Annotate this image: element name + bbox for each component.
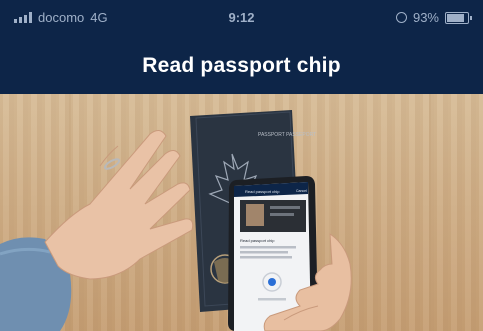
passport-scan-illustration: PASSPORT PASSEPORT Read passport chip Ca… bbox=[0, 94, 431, 331]
battery-percent: 93% bbox=[412, 10, 439, 25]
phone-instruction-title: Read passport chip bbox=[240, 238, 275, 243]
rotation-lock-icon bbox=[395, 12, 407, 23]
status-bar: docomo 4G 9:12 93% bbox=[0, 0, 483, 38]
left-hand bbox=[44, 130, 194, 280]
page-title: Read passport chip bbox=[142, 54, 341, 77]
page-header: Read passport chip bbox=[0, 38, 483, 94]
instruction-photo: PASSPORT PASSEPORT Read passport chip Ca… bbox=[0, 94, 483, 331]
passport-cover-text: PASSPORT PASSEPORT bbox=[258, 132, 316, 138]
phone-close-label: Cancel bbox=[296, 189, 307, 193]
phone-header-title: Read passport chip bbox=[245, 189, 280, 194]
battery-fill bbox=[447, 13, 464, 22]
ring bbox=[103, 158, 121, 170]
battery-icon bbox=[445, 11, 472, 24]
status-right: 93% bbox=[395, 10, 472, 25]
